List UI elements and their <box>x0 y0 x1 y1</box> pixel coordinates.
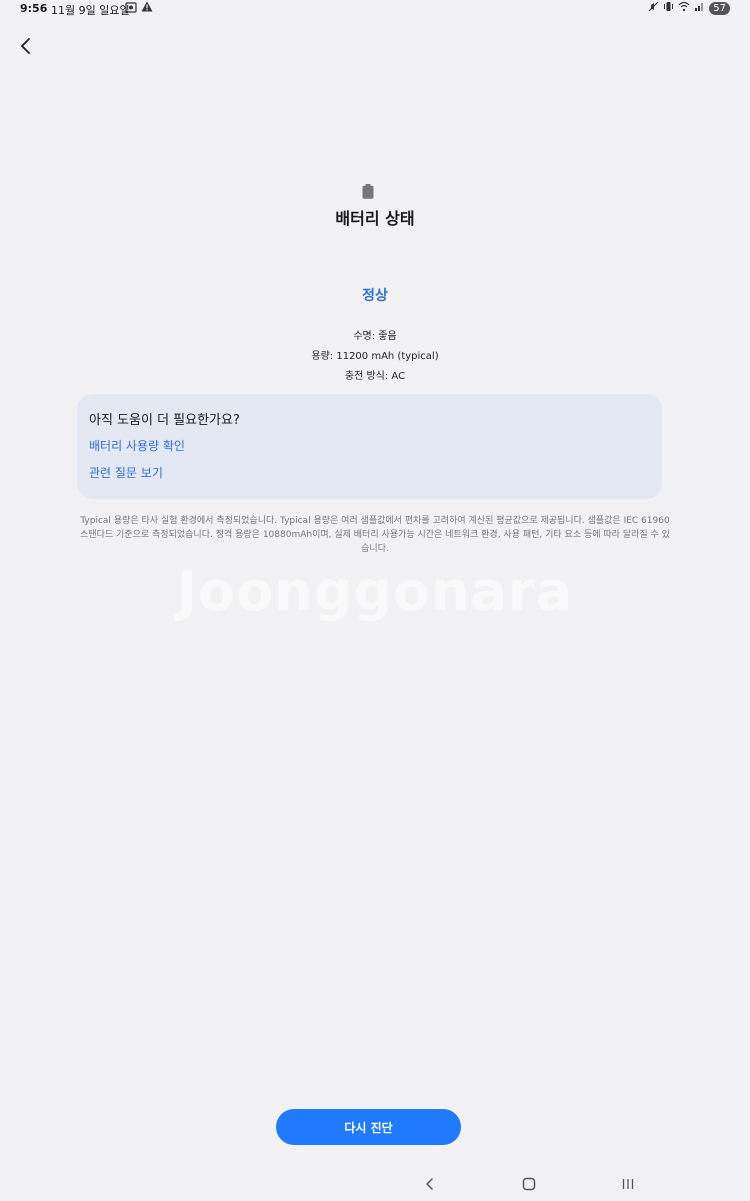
nav-back-icon <box>426 1178 433 1190</box>
status-bar: 9:56 11월 9일 일요일 57 <box>0 0 750 18</box>
battery-status: 정상 <box>362 288 388 304</box>
status-date: 11월 9일 일요일 <box>51 4 130 17</box>
help-card: 아직 도움이 더 필요한가요? 배터리 사용량 확인 관련 질문 보기 <box>77 394 662 499</box>
vibrate-icon <box>663 1 674 15</box>
page-title: 배터리 상태 <box>335 209 415 228</box>
screenshot-icon <box>125 2 137 16</box>
mute-icon <box>648 1 659 15</box>
chevron-left-icon <box>21 38 30 54</box>
nav-back-button[interactable] <box>423 1176 437 1196</box>
back-button[interactable] <box>14 34 38 58</box>
wifi-icon <box>678 1 690 15</box>
navigation-bar <box>0 1170 750 1201</box>
capacity-text: 용량: 11200 mAh (typical) <box>311 351 439 362</box>
nav-recents-icon <box>622 1179 634 1189</box>
related-questions-link[interactable]: 관련 질문 보기 <box>89 464 163 481</box>
battery-usage-link[interactable]: 배터리 사용량 확인 <box>89 437 185 454</box>
battery-level-badge: 57 <box>709 1 730 15</box>
capacity-footnote: Typical 용량은 타사 실험 환경에서 측정되었습니다. Typical … <box>80 516 670 554</box>
watermark: Joonggonara <box>176 560 574 623</box>
nav-home-button[interactable] <box>522 1176 536 1196</box>
warning-icon <box>141 1 153 15</box>
rediagnose-button[interactable]: 다시 진단 <box>276 1109 461 1145</box>
status-time: 9:56 <box>20 2 48 15</box>
help-card-title: 아직 도움이 더 필요한가요? <box>89 413 240 428</box>
lifespan-text: 수명: 좋음 <box>353 331 397 342</box>
nav-recents-button[interactable] <box>621 1176 635 1196</box>
battery-icon <box>362 184 374 199</box>
signal-icon <box>694 1 705 15</box>
nav-home-icon <box>522 1177 536 1191</box>
charging-type-text: 충전 방식: AC <box>344 371 406 382</box>
